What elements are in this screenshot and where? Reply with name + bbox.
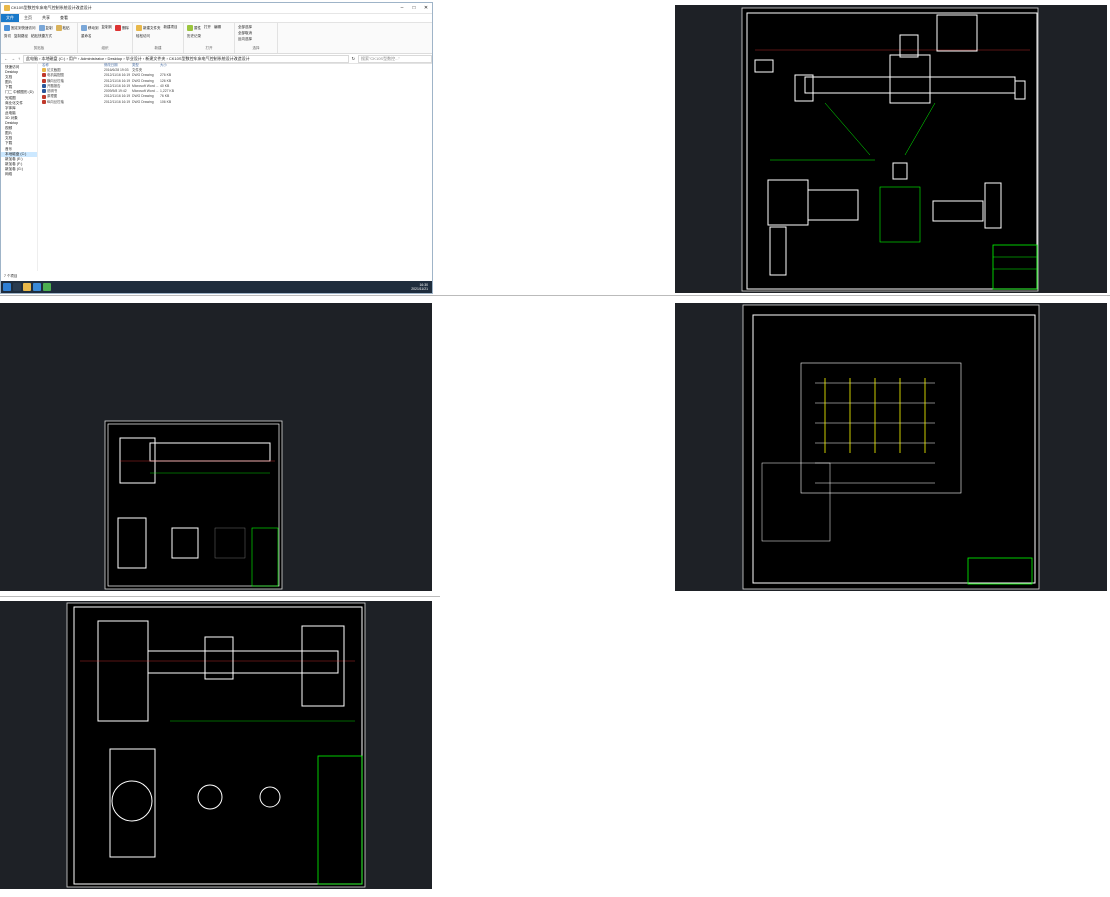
group-label: 新建 (154, 46, 162, 50)
nav-item[interactable]: 网络 (1, 172, 37, 177)
tab-view[interactable]: 查看 (55, 14, 73, 22)
close-button[interactable]: ✕ (420, 5, 432, 11)
ribbon-group-select: 全部选择 全部取消 反向选择 选择 (235, 23, 278, 53)
history-button[interactable]: 历史记录 (187, 34, 201, 39)
new-folder-icon (136, 25, 142, 31)
open-button[interactable]: 打开 (204, 25, 211, 31)
copy-button[interactable]: 复制 (38, 25, 53, 31)
file-list: 名称 修改日期 类型 大小 论文截图 2016/6/28 19:03 文件夹 电机装配… (38, 62, 432, 271)
back-button[interactable]: ← (4, 56, 8, 61)
ribbon-group-organize: 移动到 复制到 删除 重命名 组织 (78, 23, 133, 53)
app-icon[interactable] (43, 283, 51, 291)
rename-button[interactable]: 重命名 (81, 34, 92, 39)
ribbon-group-clipboard: 固定到快速访问 复制 粘贴 剪切 复制路径 粘贴快捷方式 剪贴板 (1, 23, 78, 53)
title-bar: CK10S型数控车床电气控制系统设计改造设计 – □ ✕ (1, 3, 432, 14)
refresh-icon[interactable]: ↻ (352, 56, 355, 61)
tab-share[interactable]: 共享 (37, 14, 55, 22)
file-explorer-icon[interactable] (23, 283, 31, 291)
folder-icon (4, 5, 10, 11)
file-icon (42, 94, 46, 99)
new-item-button[interactable]: 新建项目 (164, 25, 178, 31)
pin-quick-access-button[interactable]: 固定到快速访问 (4, 25, 36, 31)
move-icon (81, 25, 87, 31)
file-size: 106 KB (160, 99, 172, 104)
ribbon-group-new: 新建文件夹 新建项目 轻松访问 新建 (133, 23, 184, 53)
forward-button[interactable]: → (11, 56, 15, 61)
start-icon[interactable] (3, 283, 11, 291)
copy-icon (38, 25, 45, 31)
paste-button[interactable]: 粘贴 (55, 25, 70, 31)
file-date: 2012/11/16 16:19 (104, 99, 131, 104)
file-icon (42, 84, 46, 88)
file-name: 横向丝杠轴 (47, 78, 64, 83)
file-name: 纵向丝杠轴 (47, 99, 64, 104)
file-icon (42, 89, 46, 94)
file-name: 论文截图 (47, 68, 61, 72)
ribbon-tabs: 文件 主页 共享 查看 (1, 14, 432, 23)
up-button[interactable]: ↑ (18, 56, 20, 61)
properties-icon (187, 25, 193, 31)
window-title: CK10S型数控车床电气控制系统设计改造设计 (11, 5, 92, 10)
file-name: 开题报告 (47, 83, 61, 88)
tab-home[interactable]: 主页 (19, 14, 37, 22)
file-icon (42, 73, 46, 78)
cad-drawing-transverse (0, 601, 432, 889)
taskbar: 16:30 2021/11/21 (1, 281, 432, 293)
group-label: 组织 (101, 46, 109, 50)
invert-selection-button[interactable]: 反向选择 (238, 37, 274, 42)
cad-drawing-longitudinal (0, 303, 432, 591)
divider (0, 295, 1110, 296)
nav-item[interactable]: 门二 中频图形 (D) (1, 90, 37, 95)
status-bar: 7 个项目 (4, 274, 18, 278)
cad-drawing-schematic (675, 303, 1107, 591)
select-none-button[interactable]: 全部取消 (238, 31, 274, 36)
select-all-button[interactable]: 全部选择 (238, 25, 274, 30)
delete-icon (115, 25, 121, 31)
pin-icon (4, 25, 10, 31)
clock[interactable]: 16:30 2021/11/21 (411, 283, 432, 291)
copy-path-button[interactable]: 复制路径 (14, 34, 28, 39)
ribbon: 固定到快速访问 复制 粘贴 剪切 复制路径 粘贴快捷方式 剪贴板 移动到 复制到… (1, 23, 432, 54)
clock-date: 2021/11/21 (411, 287, 428, 291)
file-icon (42, 99, 46, 104)
file-row[interactable]: 纵向丝杠轴 2012/11/16 16:19 DWG Drawing 106 KB (42, 100, 432, 105)
move-to-button[interactable]: 移动到 (81, 25, 99, 31)
schematic-drawing-svg (742, 304, 1040, 590)
group-label: 选择 (252, 46, 260, 50)
new-folder-button[interactable]: 新建文件夹 (136, 25, 161, 31)
copy-to-button[interactable]: 复制到 (102, 25, 113, 31)
cad-drawing-assembly (675, 5, 1107, 293)
file-type: DWG Drawing (132, 99, 154, 104)
file-name: 说明书 (47, 89, 58, 94)
longitudinal-drawing-svg (104, 420, 283, 590)
transverse-drawing-svg (66, 602, 366, 888)
file-name: 原理图 (47, 94, 58, 99)
easy-access-button[interactable]: 轻松访问 (136, 34, 150, 39)
divider (0, 596, 440, 597)
paste-icon (55, 25, 62, 31)
ribbon-group-open: 属性 打开 编辑 历史记录 打开 (184, 23, 235, 53)
file-icon (42, 68, 46, 73)
minimize-button[interactable]: – (396, 5, 408, 11)
paste-shortcut-button[interactable]: 粘贴快捷方式 (31, 34, 52, 39)
delete-button[interactable]: 删除 (115, 25, 129, 31)
explorer-body: 快速访问 Desktop 文档 图片 下载 门二 中频图形 (D) 完成图 商业化文件 字体库此… (1, 62, 432, 271)
search-icon[interactable] (13, 283, 21, 291)
tab-file[interactable]: 文件 (1, 14, 19, 22)
maximize-button[interactable]: □ (408, 5, 420, 11)
group-label: 剪贴板 (33, 46, 45, 50)
file-icon (42, 78, 46, 83)
cut-button[interactable]: 剪切 (4, 34, 11, 39)
browser-icon[interactable] (33, 283, 41, 291)
properties-button[interactable]: 属性 (187, 25, 201, 31)
file-name: 电机装配图 (47, 73, 64, 78)
file-explorer-window: CK10S型数控车床电气控制系统设计改造设计 – □ ✕ 文件 主页 共享 查看… (0, 2, 433, 294)
navigation-pane: 快速访问 Desktop 文档 图片 下载 门二 中频图形 (D) 完成图 商业化文件 字体库此… (1, 62, 38, 271)
edit-button[interactable]: 编辑 (214, 25, 221, 31)
group-label: 打开 (205, 46, 213, 50)
assembly-drawing-svg (741, 7, 1039, 292)
